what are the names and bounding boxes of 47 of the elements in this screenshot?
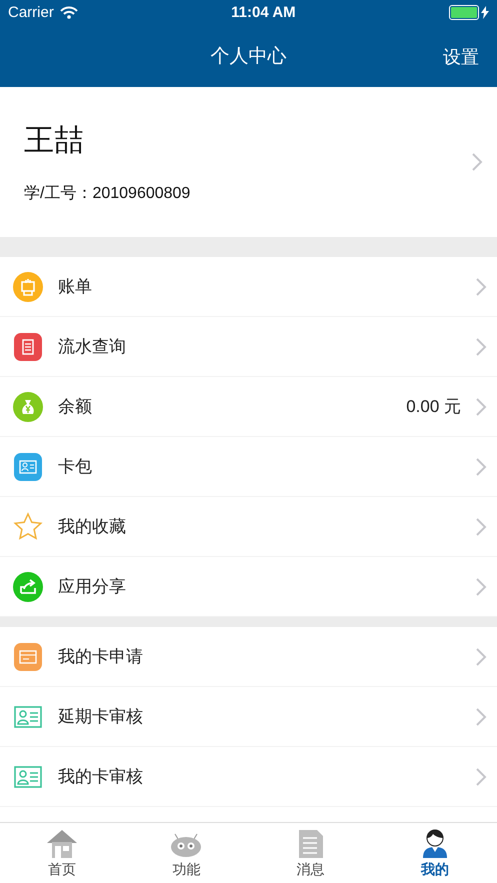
menu-label: 流水查询	[58, 336, 127, 358]
house-icon	[46, 829, 78, 859]
receipt-icon	[14, 332, 42, 360]
clock-time: 11:04 AM	[231, 4, 296, 21]
chevron-icon	[475, 646, 487, 666]
battery-icon	[448, 5, 479, 20]
tab-item[interactable]: 功能	[124, 823, 248, 883]
menu-label: 我的卡申请	[58, 646, 144, 668]
chevron-icon	[475, 516, 487, 536]
chevron-icon	[475, 336, 487, 356]
tab-item[interactable]: 消息	[248, 823, 373, 883]
tab-item[interactable]: 我的	[372, 823, 497, 883]
robot-icon	[170, 831, 202, 859]
id-card-icon	[14, 706, 42, 728]
chevron-icon	[475, 576, 487, 596]
page-title: 个人中心	[210, 45, 286, 69]
profile-card[interactable]: 王喆 学/工号：20109600809	[0, 87, 497, 237]
share-icon	[13, 572, 43, 602]
charging-icon	[480, 6, 489, 19]
menu-label: 卡包	[58, 456, 93, 478]
chevron-icon	[475, 456, 487, 476]
menu-label: 我的收藏	[58, 516, 127, 538]
chevron-icon	[475, 766, 487, 786]
wifi-icon	[60, 6, 78, 19]
settings-button[interactable]: 设置	[443, 45, 479, 69]
menu-label: 我的卡审核	[58, 766, 144, 788]
user-id: 学/工号：20109600809	[24, 184, 190, 204]
wallet-icon	[13, 272, 43, 302]
star-icon	[13, 512, 43, 542]
menu-label: 账单	[58, 276, 93, 298]
carrier-label: Carrier	[8, 4, 54, 21]
user-name: 王喆	[24, 123, 85, 159]
menu-label: 延期卡审核	[58, 706, 144, 728]
chevron-icon	[475, 706, 487, 726]
balance-value: 0.00 元	[406, 396, 461, 418]
chevron-icon	[475, 276, 487, 296]
id-card-icon	[14, 766, 42, 788]
tab-item[interactable]: 首页	[0, 823, 124, 883]
chevron-icon	[475, 396, 487, 416]
person-icon	[422, 827, 448, 859]
id-card-icon	[14, 452, 42, 480]
card-icon	[14, 642, 42, 670]
chevron-icon	[471, 152, 483, 172]
menu-label: 应用分享	[58, 576, 127, 598]
document-icon	[298, 829, 324, 859]
money-bag-icon	[13, 392, 43, 422]
menu-label: 余额	[58, 396, 93, 418]
